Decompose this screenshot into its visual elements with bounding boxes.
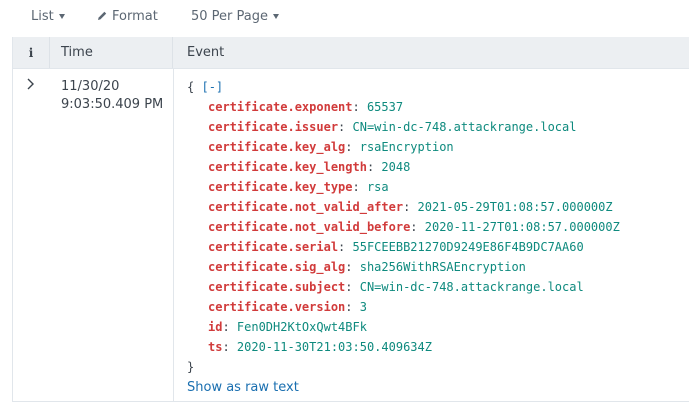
field-key[interactable]: id xyxy=(208,320,222,334)
event-json: { [-] certificate.exponent: 65537 certifi… xyxy=(187,77,620,398)
per-page-label: 50 Per Page xyxy=(191,8,268,24)
field-key[interactable]: certificate.subject xyxy=(208,280,345,294)
field-colon: : xyxy=(366,160,382,174)
event-field: ts: 2020-11-30T21:03:50.409634Z xyxy=(187,337,620,357)
field-value[interactable]: Fen0DH2KtOxQwt4BFk xyxy=(237,320,367,334)
field-key[interactable]: certificate.not_valid_before xyxy=(208,220,410,234)
field-value[interactable]: rsa xyxy=(367,180,389,194)
event-field: certificate.not_valid_after: 2021-05-29T… xyxy=(187,197,620,217)
field-colon: : xyxy=(338,120,353,134)
field-colon: : xyxy=(345,300,360,314)
open-brace: { xyxy=(187,80,195,94)
event-field: certificate.not_valid_before: 2020-11-27… xyxy=(187,217,620,237)
event-field: certificate.exponent: 65537 xyxy=(187,97,620,117)
event-date: 11/30/20 xyxy=(61,79,120,94)
time-header-label: Time xyxy=(61,45,93,60)
event-field: certificate.serial: 55FCEEBB21270D9249E8… xyxy=(187,237,620,257)
show-raw-text-link[interactable]: Show as raw text xyxy=(187,378,620,398)
field-value[interactable]: CN=win-dc-748.attackrange.local xyxy=(353,120,577,134)
field-colon: : xyxy=(222,340,237,354)
list-view-dropdown[interactable]: List xyxy=(31,8,65,24)
field-value[interactable]: 2048 xyxy=(381,160,410,174)
field-value[interactable]: 65537 xyxy=(367,100,403,114)
event-field: certificate.key_type: rsa xyxy=(187,177,620,197)
field-key[interactable]: certificate.key_type xyxy=(208,180,353,194)
field-value[interactable]: 2020-11-27T01:08:57.000000Z xyxy=(425,220,620,234)
format-button[interactable]: Format xyxy=(96,8,158,24)
column-divider xyxy=(173,69,174,401)
field-colon: : xyxy=(345,280,360,294)
chevron-right-icon[interactable] xyxy=(25,77,37,91)
field-value[interactable]: 2020-11-30T21:03:50.409634Z xyxy=(237,340,432,354)
per-page-dropdown[interactable]: 50 Per Page xyxy=(191,8,279,24)
field-colon: : xyxy=(345,260,360,274)
field-value[interactable]: 55FCEEBB21270D9249E86F4B9DC7AA60 xyxy=(353,240,584,254)
field-colon: : xyxy=(403,200,418,214)
event-clock: 9:03:50.409 PM xyxy=(61,97,164,112)
info-icon: i xyxy=(28,45,34,60)
event-field: certificate.key_alg: rsaEncryption xyxy=(187,137,620,157)
events-table: i Time Event 11/30/20 9:03:50.409 PM { [… xyxy=(12,37,689,402)
event-column-header: Event xyxy=(174,37,689,68)
field-value[interactable]: 3 xyxy=(360,300,367,314)
info-column-header: i xyxy=(13,37,50,68)
time-column-header[interactable]: Time xyxy=(49,37,173,68)
event-field: certificate.key_length: 2048 xyxy=(187,157,620,177)
format-label: Format xyxy=(112,8,158,24)
field-key[interactable]: certificate.issuer xyxy=(208,120,338,134)
results-toolbar: List Format 50 Per Page xyxy=(0,0,689,36)
field-key[interactable]: certificate.exponent xyxy=(208,100,353,114)
field-key[interactable]: ts xyxy=(208,340,222,354)
event-header-label: Event xyxy=(187,45,225,60)
caret-down-icon xyxy=(58,14,65,19)
field-colon: : xyxy=(338,240,353,254)
table-header: i Time Event xyxy=(13,37,689,69)
list-view-label: List xyxy=(31,8,54,24)
field-key[interactable]: certificate.not_valid_after xyxy=(208,200,403,214)
field-colon: : xyxy=(352,100,367,114)
table-row: 11/30/20 9:03:50.409 PM { [-] certificat… xyxy=(13,69,689,401)
event-field: certificate.issuer: CN=win-dc-748.attack… xyxy=(187,117,620,137)
field-colon: : xyxy=(345,140,360,154)
field-key[interactable]: certificate.key_length xyxy=(208,160,367,174)
field-key[interactable]: certificate.version xyxy=(208,300,345,314)
event-field: certificate.sig_alg: sha256WithRSAEncryp… xyxy=(187,257,620,277)
field-colon: : xyxy=(352,180,367,194)
field-value[interactable]: rsaEncryption xyxy=(360,140,454,154)
event-field: certificate.subject: CN=win-dc-748.attac… xyxy=(187,277,620,297)
event-field: id: Fen0DH2KtOxQwt4BFk xyxy=(187,317,620,337)
field-key[interactable]: certificate.serial xyxy=(208,240,338,254)
field-key[interactable]: certificate.sig_alg xyxy=(208,260,345,274)
event-field: certificate.version: 3 xyxy=(187,297,620,317)
caret-down-icon xyxy=(273,14,279,19)
field-value[interactable]: sha256WithRSAEncryption xyxy=(360,260,526,274)
field-key[interactable]: certificate.key_alg xyxy=(208,140,345,154)
field-value[interactable]: CN=win-dc-748.attackrange.local xyxy=(360,280,584,294)
collapse-toggle[interactable]: [-] xyxy=(201,80,223,94)
pencil-icon xyxy=(98,11,107,20)
event-time[interactable]: 11/30/20 9:03:50.409 PM xyxy=(61,78,163,114)
close-brace: } xyxy=(187,360,195,374)
field-colon: : xyxy=(222,320,237,334)
field-value[interactable]: 2021-05-29T01:08:57.000000Z xyxy=(418,200,613,214)
field-colon: : xyxy=(410,220,425,234)
